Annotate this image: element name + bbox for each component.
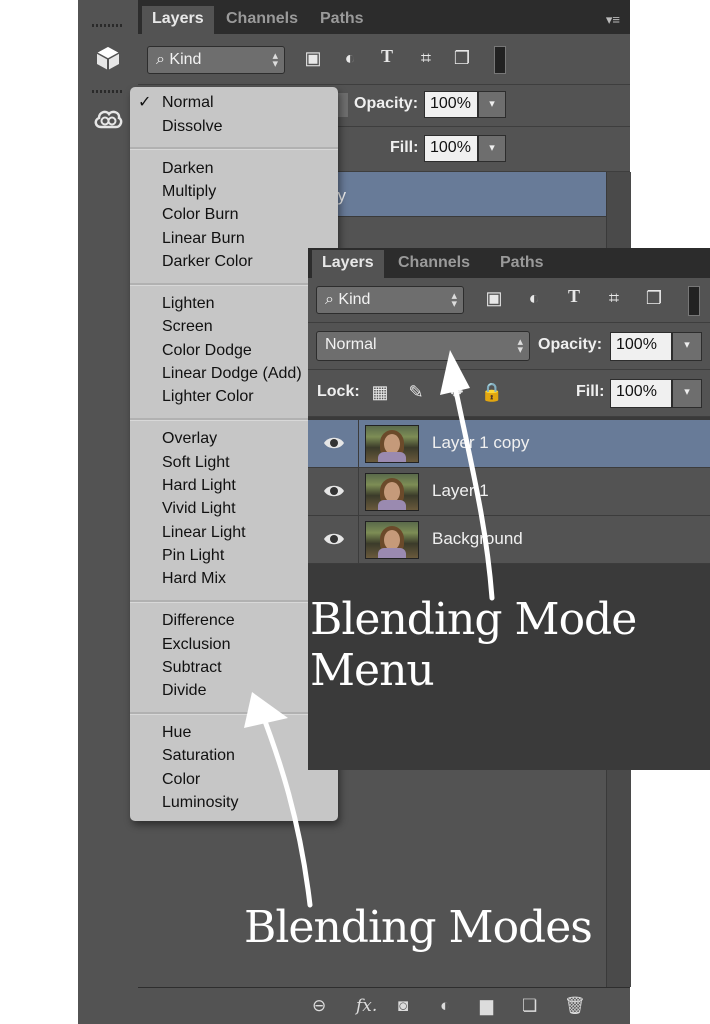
arrowhead-menu xyxy=(244,692,288,728)
arrowhead-blend-select xyxy=(440,350,470,395)
arrow-to-menu xyxy=(257,705,313,908)
annotation-arrows xyxy=(244,350,495,908)
arrow-to-blend-select xyxy=(449,369,495,601)
